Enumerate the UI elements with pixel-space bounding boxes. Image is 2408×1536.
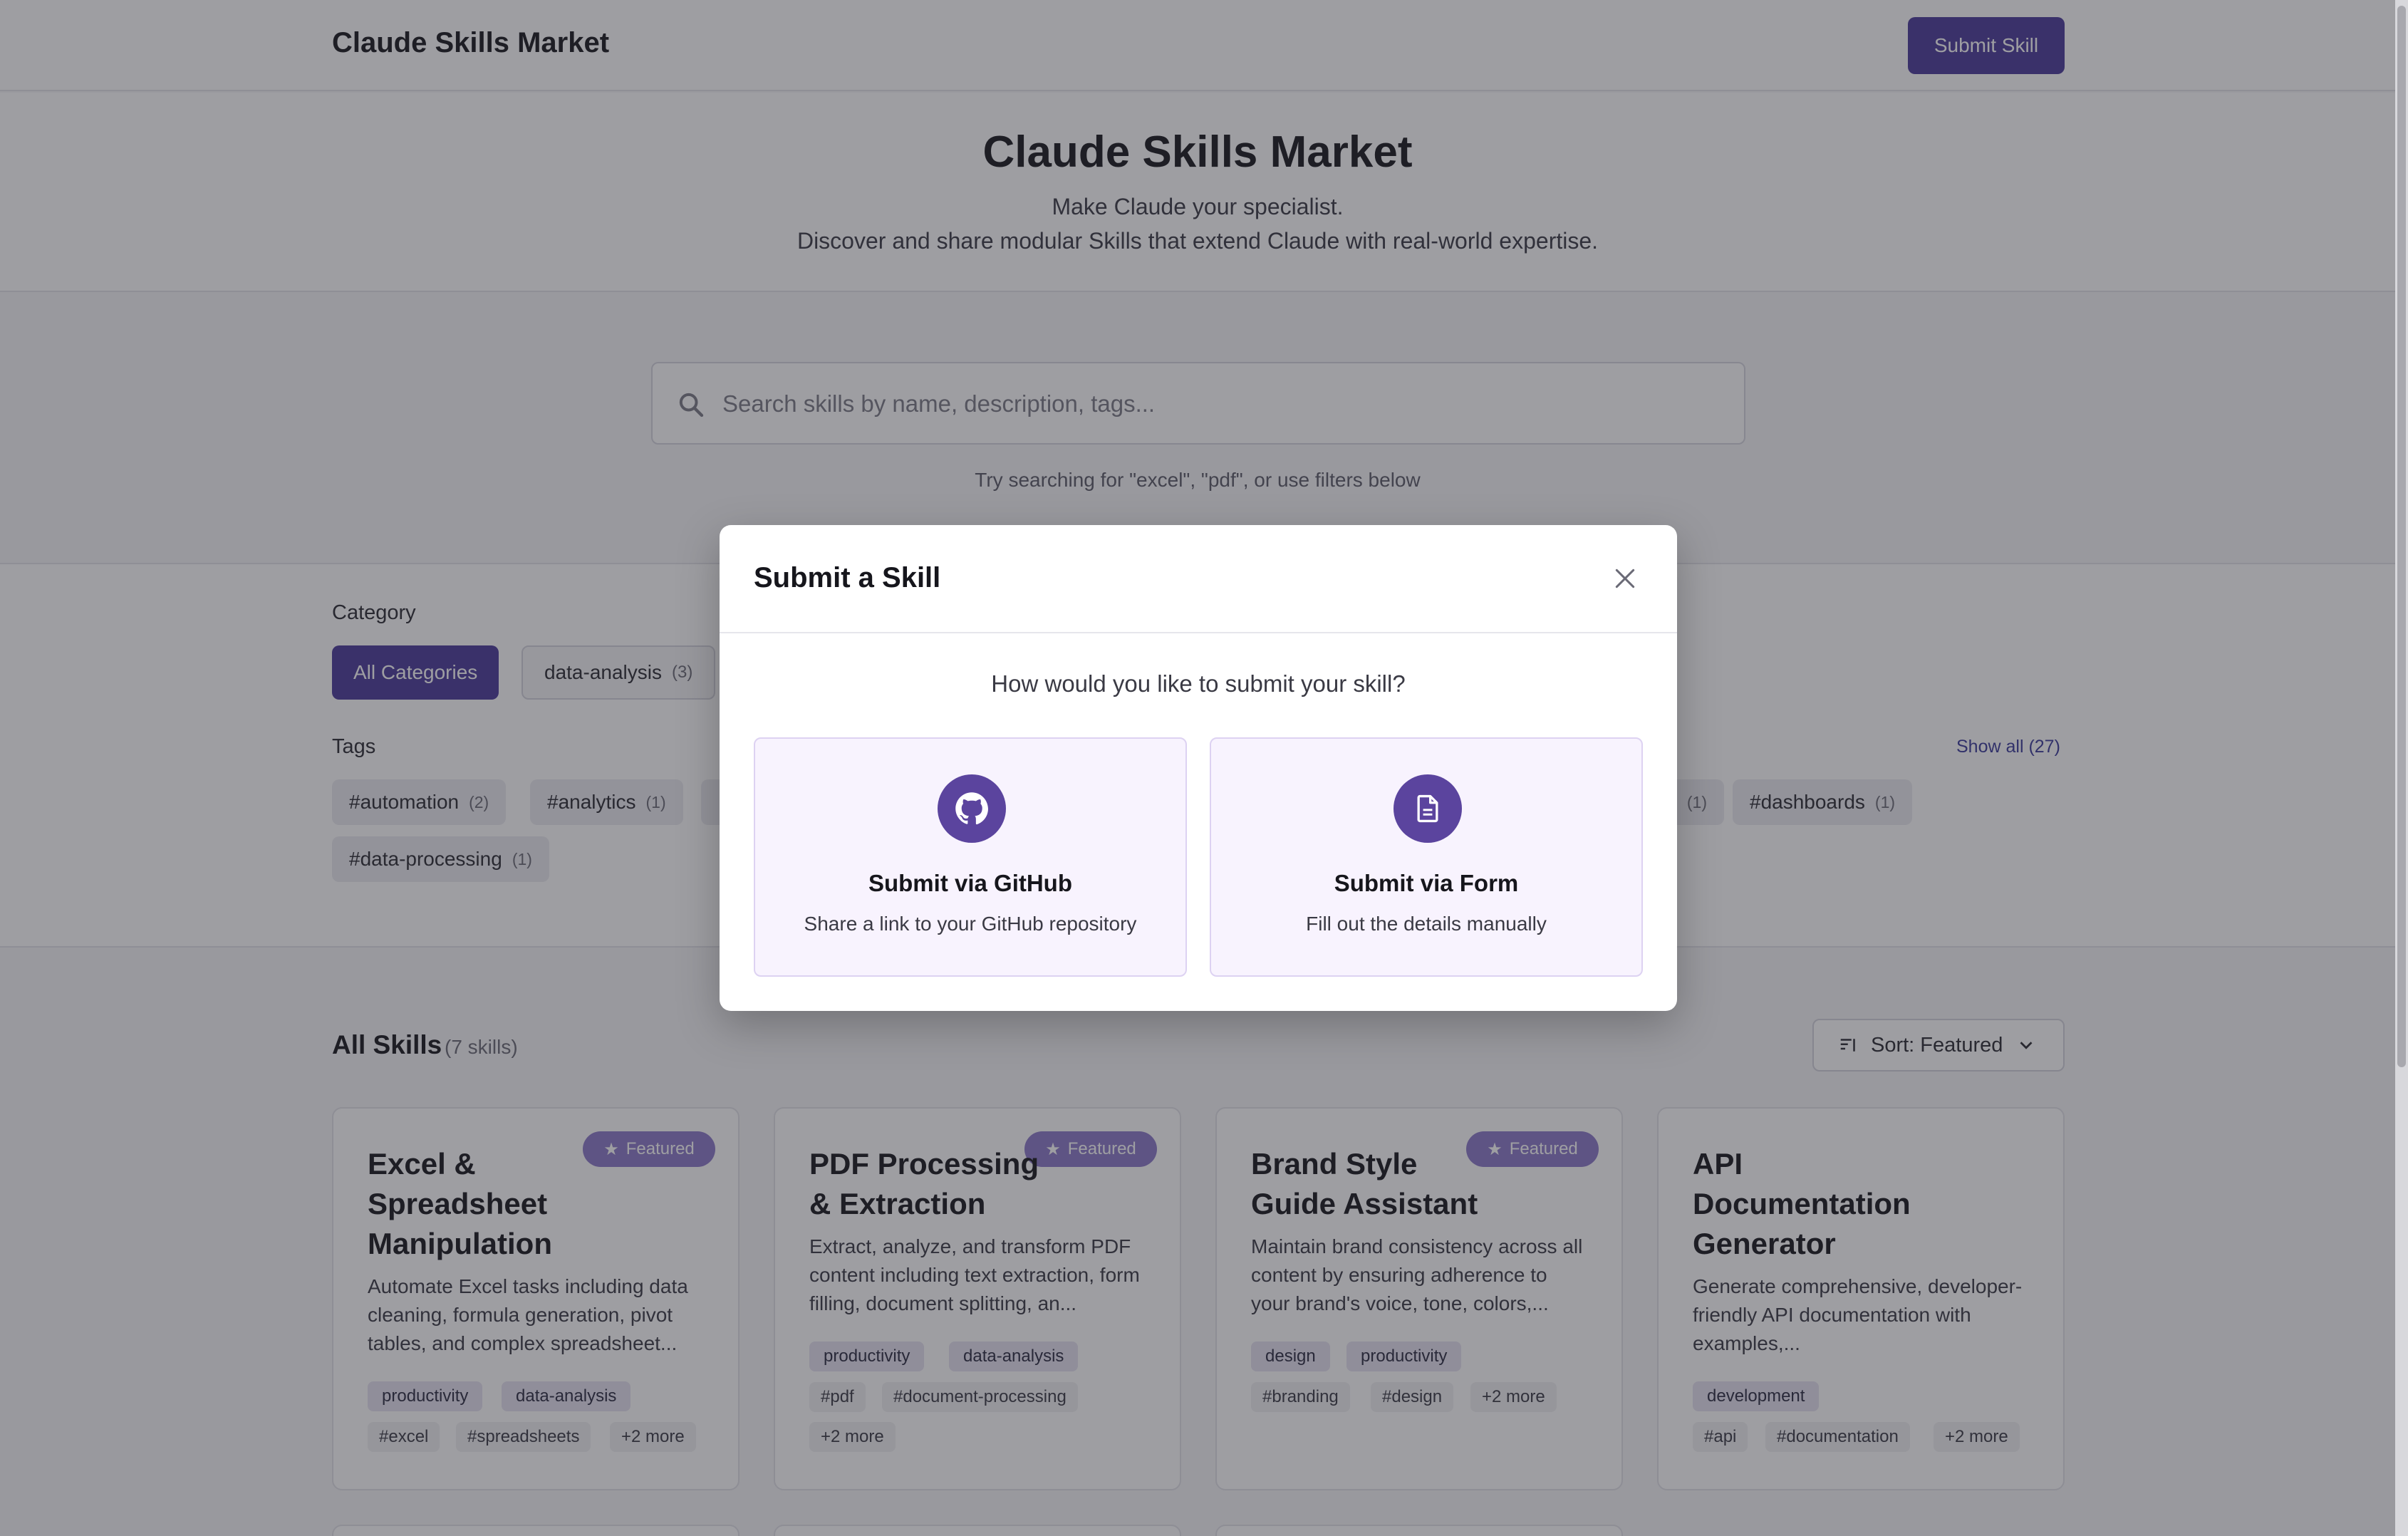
option-description: Fill out the details manually xyxy=(1306,913,1547,935)
close-icon xyxy=(1615,569,1635,588)
modal-title: Submit a Skill xyxy=(754,562,941,593)
submit-via-github-option[interactable]: Submit via GitHub Share a link to your G… xyxy=(754,737,1187,977)
github-icon xyxy=(938,774,1006,843)
document-icon xyxy=(1394,774,1462,843)
submit-via-form-option[interactable]: Submit via Form Fill out the details man… xyxy=(1210,737,1643,977)
scrollbar-thumb[interactable] xyxy=(2397,6,2406,1067)
option-title: Submit via GitHub xyxy=(868,870,1072,896)
page-scrollbar[interactable] xyxy=(2395,0,2408,1536)
modal-question: How would you like to submit your skill? xyxy=(991,670,1406,697)
option-description: Share a link to your GitHub repository xyxy=(804,913,1137,935)
option-title: Submit via Form xyxy=(1334,870,1519,896)
modal-header: Submit a Skill xyxy=(720,525,1677,633)
submit-skill-modal: Submit a Skill How would you like to sub… xyxy=(720,525,1677,1011)
close-button[interactable] xyxy=(1609,562,1641,595)
